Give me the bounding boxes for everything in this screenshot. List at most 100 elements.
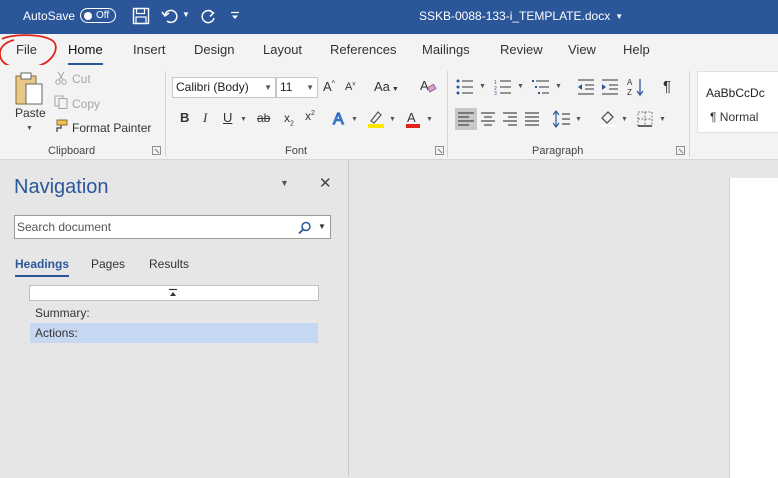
shrink-font-button[interactable]: Av [345,81,355,93]
font-name-combo[interactable]: Calibri (Body) ▼ [172,77,276,98]
strikethrough-button[interactable]: ab [257,111,270,125]
title-dropdown-icon: ▼ [615,12,624,21]
sort-icon[interactable]: A Z [627,77,645,97]
copy-button[interactable]: Copy [72,97,100,111]
tab-help[interactable]: Help [623,42,650,57]
autosave-toggle[interactable]: Off [80,8,116,23]
navigation-title: Navigation [14,176,109,198]
italic-button[interactable]: I [203,110,207,126]
collapse-all-headings-button[interactable] [29,285,319,301]
borders-icon[interactable] [637,111,653,127]
line-spacing-icon[interactable] [553,110,571,128]
save-icon[interactable] [132,7,150,25]
text-effects-icon[interactable]: A [332,109,348,127]
font-size-combo[interactable]: 11 ▼ [276,77,318,98]
shading-icon[interactable] [599,109,617,127]
font-name-value: Calibri (Body) [176,80,249,94]
format-painter-button[interactable]: Format Painter [72,121,151,135]
search-icon[interactable] [298,221,312,235]
change-case-button[interactable]: Aa ▼ [374,79,399,94]
line-spacing-dropdown-icon[interactable]: ▼ [575,116,582,123]
search-options-icon[interactable]: ▼ [318,222,326,231]
subscript-button[interactable]: x2 [284,111,294,127]
underline-dropdown-icon[interactable]: ▼ [240,116,247,123]
search-input[interactable] [17,218,287,236]
bullets-icon[interactable] [456,79,474,95]
heading-item-actions[interactable]: Actions: [30,323,318,343]
multilevel-list-icon[interactable] [532,79,550,95]
svg-text:A: A [420,78,429,93]
paste-dropdown-icon[interactable]: ▼ [26,125,33,132]
pane-options-icon[interactable]: ▼ [280,178,289,188]
chevron-down-icon: ▼ [264,83,272,92]
tab-review[interactable]: Review [500,42,543,57]
clipboard-launcher-icon[interactable] [152,146,161,155]
style-sample: AaBbCcDc [706,86,765,100]
numbering-icon[interactable]: 1 2 3 [494,79,512,95]
clear-formatting-icon[interactable]: A [419,77,437,95]
tab-view[interactable]: View [568,42,596,57]
navigation-pane: Navigation ▼ ✕ ▼ Headings Pages Results … [0,160,349,477]
collapse-up-icon [169,288,177,296]
heading-item-summary[interactable]: Summary: [30,303,318,323]
document-title[interactable]: SSKB-0088-133-i_TEMPLATE.docx ▼ [419,9,623,23]
group-separator [447,71,448,157]
style-normal[interactable]: AaBbCcDc ¶ Normal [697,71,778,133]
tab-pages[interactable]: Pages [91,257,125,271]
text-effects-dropdown-icon[interactable]: ▼ [351,116,358,123]
group-separator [165,71,166,157]
highlight-icon[interactable] [367,109,385,129]
autosave-state: Off [96,10,110,21]
format-painter-icon [56,119,68,132]
document-page[interactable] [729,178,778,478]
highlight-dropdown-icon[interactable]: ▼ [389,116,396,123]
font-color-icon[interactable]: A [405,109,421,129]
paste-button[interactable]: Paste [15,106,46,120]
undo-dropdown-icon[interactable]: ▼ [182,10,190,19]
paragraph-group-label: Paragraph [532,145,584,157]
tab-headings[interactable]: Headings [15,257,70,277]
show-formatting-button[interactable]: ¶ [663,78,671,95]
grow-font-button[interactable]: A^ [323,79,335,94]
tab-mailings[interactable]: Mailings [422,42,470,57]
bullets-dropdown-icon[interactable]: ▼ [479,83,486,90]
document-title-text: SSKB-0088-133-i_TEMPLATE.docx [419,9,611,23]
search-box: ▼ [14,215,331,239]
underline-button[interactable]: U [223,110,232,125]
font-color-dropdown-icon[interactable]: ▼ [426,116,433,123]
align-left-button[interactable] [455,108,477,130]
font-launcher-icon[interactable] [435,146,444,155]
cut-button[interactable]: Cut [72,72,91,86]
decrease-indent-icon[interactable] [577,79,595,95]
close-icon[interactable]: ✕ [319,174,332,192]
tab-file[interactable]: File [16,42,37,57]
undo-icon[interactable] [161,7,179,25]
tab-design[interactable]: Design [194,42,234,57]
superscript-button[interactable]: x2 [305,109,315,123]
justify-icon[interactable] [524,111,540,127]
align-center-icon[interactable] [480,111,496,127]
cut-icon [55,71,67,85]
change-case-label: Aa [374,79,390,94]
redo-icon[interactable] [199,7,217,25]
align-right-icon[interactable] [502,111,518,127]
tab-references[interactable]: References [330,42,396,57]
bold-button[interactable]: B [180,110,189,125]
clipboard-group-label: Clipboard [48,145,96,157]
customize-toolbar-icon[interactable] [230,11,240,21]
paste-icon[interactable] [14,71,46,107]
numbering-dropdown-icon[interactable]: ▼ [517,83,524,90]
svg-text:A: A [407,110,416,125]
svg-text:A: A [333,111,344,127]
tab-results[interactable]: Results [149,257,189,271]
multilevel-dropdown-icon[interactable]: ▼ [555,83,562,90]
paragraph-launcher-icon[interactable] [676,146,685,155]
borders-dropdown-icon[interactable]: ▼ [659,116,666,123]
tab-home[interactable]: Home [68,42,103,65]
shading-dropdown-icon[interactable]: ▼ [621,116,628,123]
tab-layout[interactable]: Layout [263,42,302,57]
increase-indent-icon[interactable] [601,79,619,95]
group-separator [689,71,690,157]
ribbon-tabs: File Home Insert Design Layout Reference… [0,34,778,65]
tab-insert[interactable]: Insert [133,42,166,57]
